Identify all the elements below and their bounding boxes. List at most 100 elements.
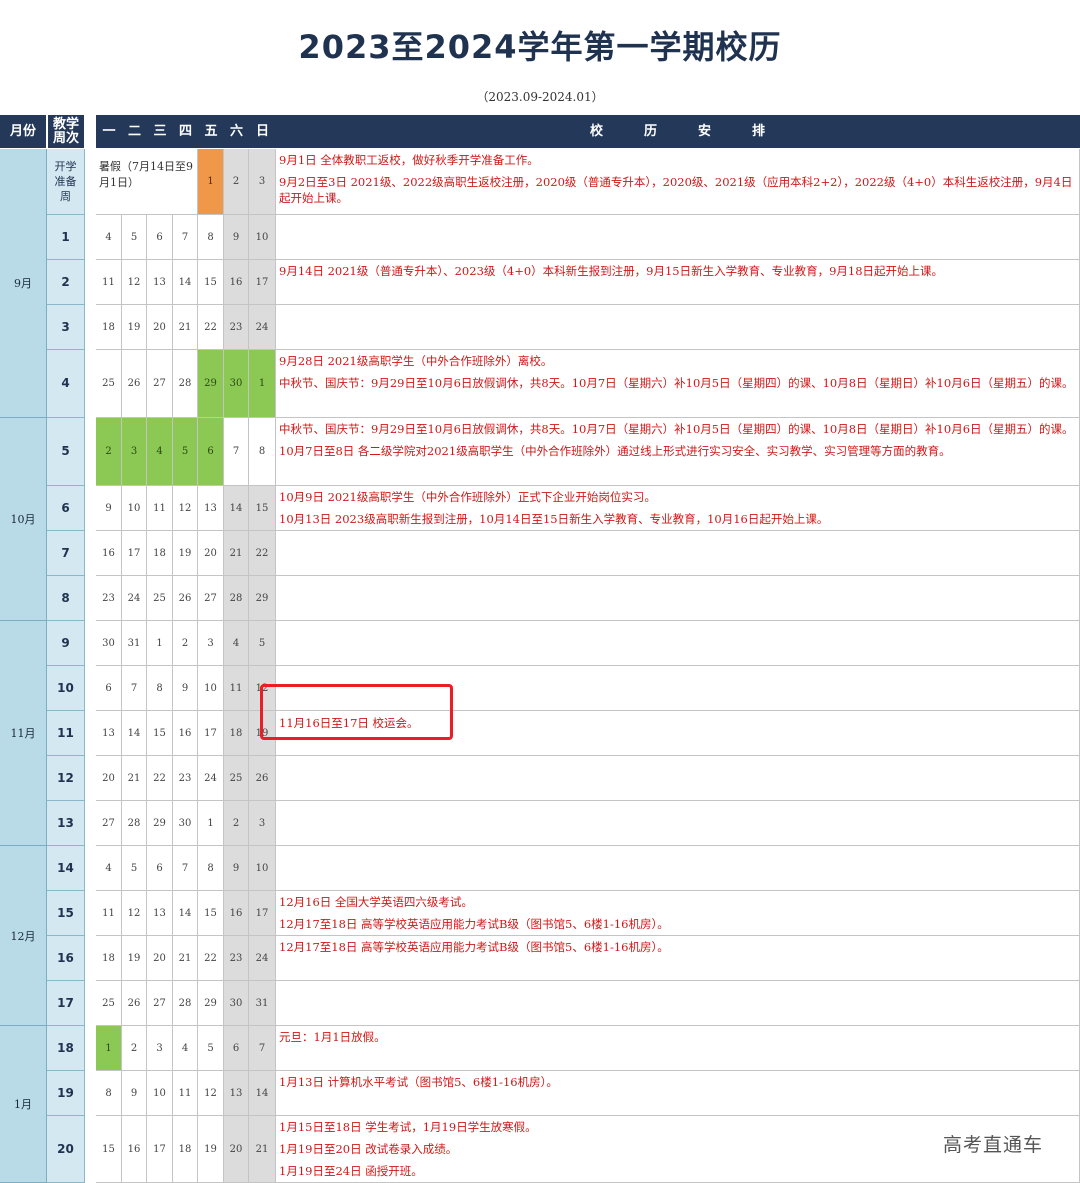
day-cell: 19	[173, 531, 198, 576]
day-cell: 24	[249, 936, 276, 981]
day-cell: 25	[224, 756, 249, 801]
header-month: 月份	[0, 115, 46, 148]
schedule-note: 中秋节、国庆节：9月29日至10月6日放假调休，共8天。10月7日（星期六）补1…	[279, 422, 1074, 436]
day-cell: 23	[224, 936, 249, 981]
day-cell: 6	[147, 846, 173, 891]
day-cell: 21	[173, 305, 198, 350]
week-number: 1	[47, 215, 85, 260]
day-cell: 28	[122, 801, 147, 846]
day-cell: 14	[173, 260, 198, 305]
schedule-note: 中秋节、国庆节：9月29日至10月6日放假调休，共8天。10月7日（星期六）补1…	[279, 376, 1074, 390]
day-cell: 22	[147, 756, 173, 801]
day-cell: 13	[147, 891, 173, 936]
day-cell: 11	[96, 891, 122, 936]
day-cell: 15	[198, 260, 224, 305]
header-schedule-char: 校	[589, 123, 604, 139]
day-cell: 25	[96, 350, 122, 418]
week-number: 17	[47, 981, 85, 1026]
day-cell: 10	[249, 846, 276, 891]
day-cell: 27	[96, 801, 122, 846]
day-cell: 2	[224, 801, 249, 846]
schedule-note: 10月9日 2021级高职学生（中外合作班除外）正式下企业开始岗位实习。	[279, 490, 656, 504]
day-cell: 16	[96, 531, 122, 576]
day-cell: 7	[122, 666, 147, 711]
day-cell: 10	[249, 215, 276, 260]
schedule-note: 12月16日 全国大学英语四六级考试。	[279, 895, 473, 909]
day-cell: 23	[224, 305, 249, 350]
day-cell: 24	[249, 305, 276, 350]
day-cell: 1	[147, 621, 173, 666]
day-cell: 13	[198, 486, 224, 531]
header-week: 教学周次	[48, 115, 84, 148]
day-cell: 4	[147, 418, 173, 486]
day-cell: 17	[249, 260, 276, 305]
day-cell: 15	[147, 711, 173, 756]
header-day: 三	[147, 115, 173, 148]
month-label: 9月	[0, 149, 47, 418]
day-cell: 29	[198, 350, 224, 418]
schedule-cell: 12月17至18日 高等学校英语应用能力考试B级（图书馆5、6楼1-16机房）。	[276, 936, 1080, 981]
day-cell: 4	[96, 846, 122, 891]
schedule-note: 元旦：1月1日放假。	[279, 1030, 386, 1044]
day-cell: 1	[198, 149, 224, 215]
schedule-cell: 10月9日 2021级高职学生（中外合作班除外）正式下企业开始岗位实习。 10月1…	[276, 486, 1080, 531]
header-schedule-char: 排	[752, 123, 767, 139]
day-cell: 24	[198, 756, 224, 801]
day-cell: 31	[249, 981, 276, 1026]
day-cell: 8	[249, 418, 276, 486]
day-cell: 8	[96, 1071, 122, 1116]
day-cell: 7	[249, 1026, 276, 1071]
day-cell: 30	[224, 350, 249, 418]
schedule-cell	[276, 621, 1080, 666]
week-number: 13	[47, 801, 85, 846]
day-cell: 3	[249, 149, 276, 215]
schedule-cell: 中秋节、国庆节：9月29日至10月6日放假调休，共8天。10月7日（星期六）补1…	[276, 418, 1080, 486]
day-cell: 28	[224, 576, 249, 621]
schedule-cell	[276, 305, 1080, 350]
week-number: 14	[47, 846, 85, 891]
day-cell: 5	[249, 621, 276, 666]
header-day: 六	[224, 115, 249, 148]
summer-vacation-note: 暑假（7月14日至9月1日）	[96, 149, 198, 215]
day-cell: 10	[147, 1071, 173, 1116]
week-number: 19	[47, 1071, 85, 1116]
week-number: 7	[47, 531, 85, 576]
week-number: 5	[47, 418, 85, 486]
day-cell: 20	[96, 756, 122, 801]
day-cell: 6	[96, 666, 122, 711]
day-cell: 29	[147, 801, 173, 846]
week-number: 2	[47, 260, 85, 305]
week-number: 10	[47, 666, 85, 711]
day-cell: 17	[122, 531, 147, 576]
day-cell: 3	[122, 418, 147, 486]
schedule-note: 9月14日 2021级（普通专升本）、2023级（4+0）本科新生报到注册，9月…	[279, 264, 944, 278]
day-cell: 14	[122, 711, 147, 756]
month-label: 1月	[0, 1026, 47, 1183]
day-cell: 4	[224, 621, 249, 666]
day-cell: 23	[96, 576, 122, 621]
day-cell: 24	[122, 576, 147, 621]
day-cell: 13	[224, 1071, 249, 1116]
month-label: 12月	[0, 846, 47, 1026]
week-number: 4	[47, 350, 85, 418]
day-cell: 25	[147, 576, 173, 621]
day-cell: 5	[198, 1026, 224, 1071]
day-cell: 9	[224, 846, 249, 891]
day-cell: 4	[173, 1026, 198, 1071]
schedule-note: 9月2日至3日 2021级、2022级高职生返校注册，2020级（普通专升本），…	[279, 175, 1073, 205]
day-cell: 2	[224, 149, 249, 215]
month-label: 11月	[0, 621, 47, 846]
header-day: 五	[198, 115, 224, 148]
week-number: 8	[47, 576, 85, 621]
header-schedule: 校 历 安 排	[276, 115, 1080, 148]
day-cell: 21	[173, 936, 198, 981]
day-cell: 11	[173, 1071, 198, 1116]
day-cell: 12	[122, 891, 147, 936]
day-cell: 16	[173, 711, 198, 756]
header-day: 一	[96, 115, 122, 148]
day-cell: 13	[96, 711, 122, 756]
header-schedule-char: 安	[698, 123, 713, 139]
day-cell: 26	[173, 576, 198, 621]
day-cell: 1	[249, 350, 276, 418]
week-number: 9	[47, 621, 85, 666]
